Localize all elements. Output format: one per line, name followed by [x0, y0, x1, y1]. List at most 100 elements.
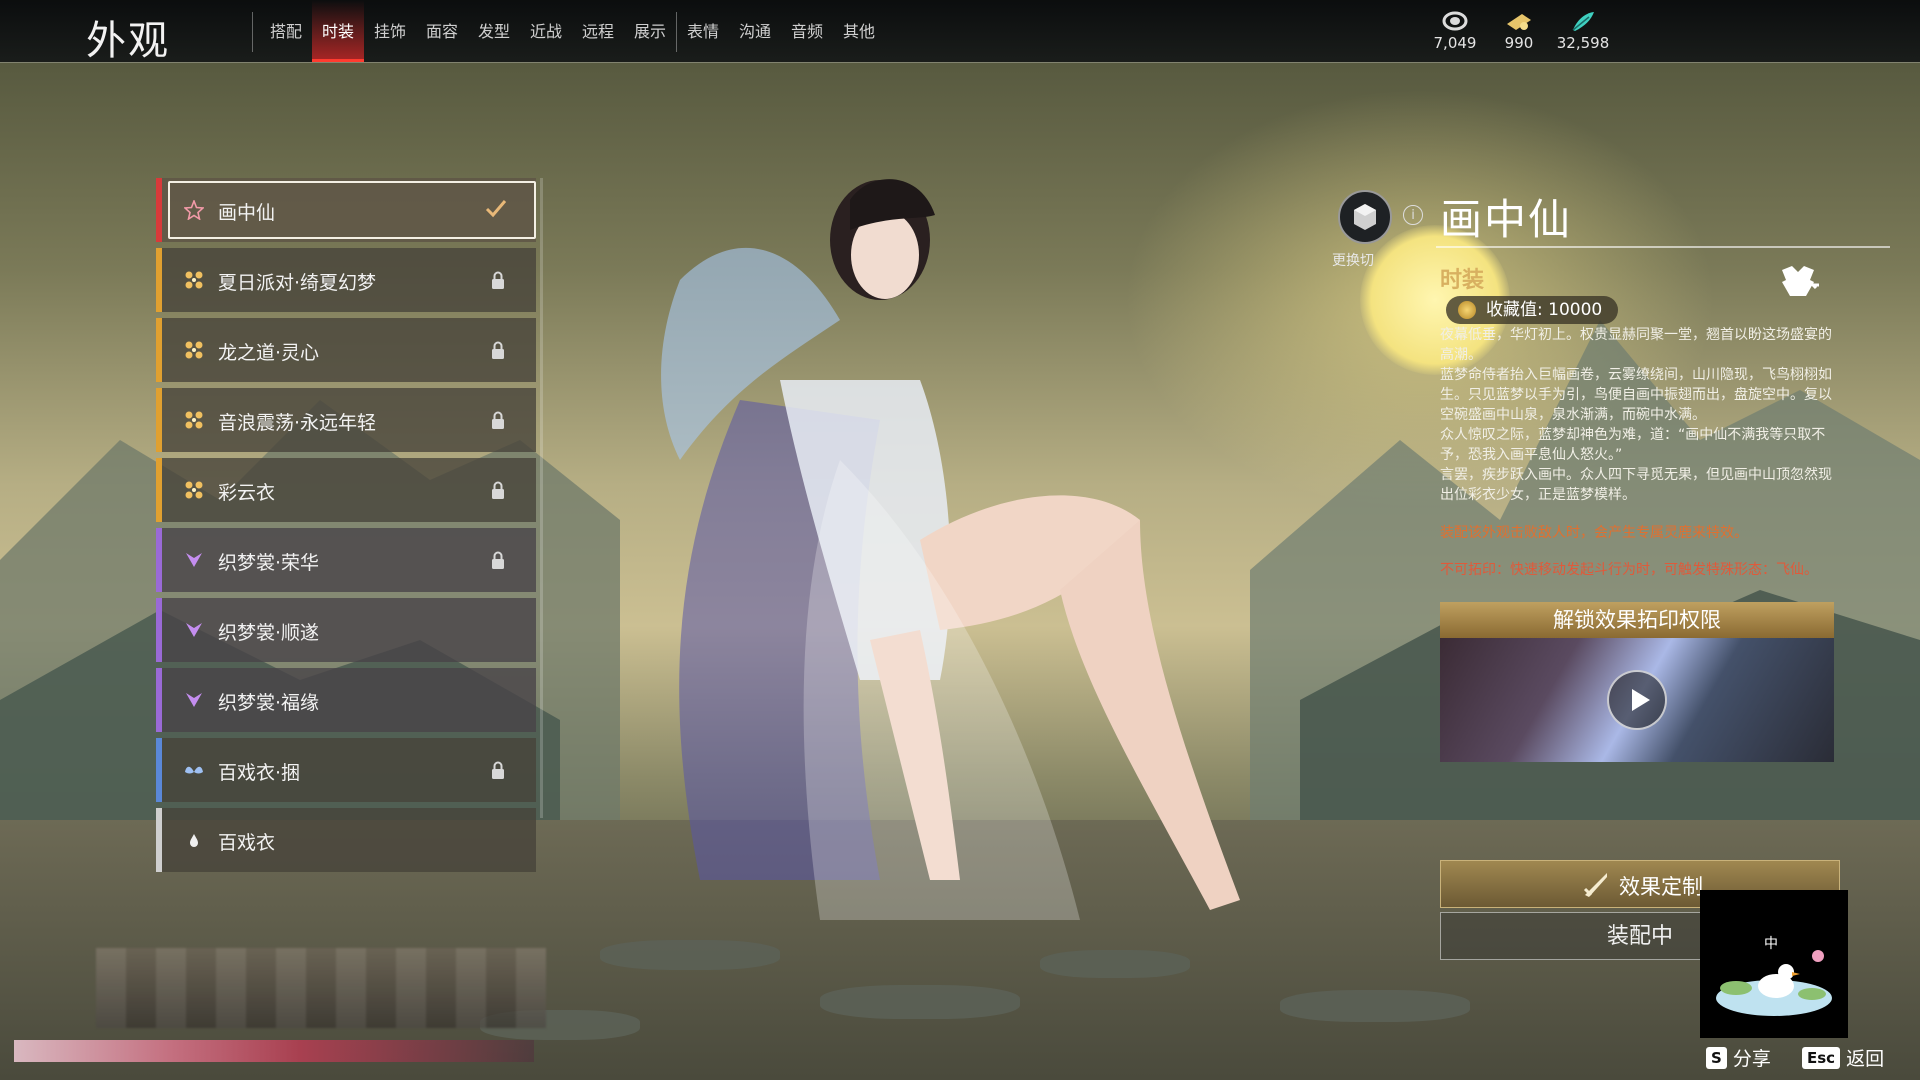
currency-amount: 7,049: [1433, 34, 1477, 52]
customize-effect-label: 效果定制: [1619, 875, 1703, 899]
outfit-item[interactable]: 织梦裳·福缘: [156, 668, 536, 732]
lock-icon: [492, 411, 504, 429]
item-description: 夜幕低垂，华灯初上。权贵显赫同聚一堂，翘首以盼这场盛宴的高潮。 蓝梦命侍者抬入巨…: [1440, 325, 1840, 505]
outfit-name: 夏日派对·绮夏幻梦: [218, 272, 377, 294]
back-label: 返回: [1846, 1048, 1885, 1070]
lock-icon: [492, 481, 504, 499]
list-scrollbar[interactable]: [540, 178, 543, 818]
tab-melee[interactable]: 近战: [520, 0, 572, 62]
outfit-name: 音浪震荡·永远年轻: [218, 412, 377, 434]
top-bar: 外观 搭配 时装 挂饰 面容 发型 近战 远程 展示 表情 沟通 音频 其他 7…: [0, 0, 1920, 64]
tab-other[interactable]: 其他: [833, 0, 885, 62]
rarity-flower-icon: [185, 481, 203, 499]
tab-communication[interactable]: 沟通: [729, 0, 781, 62]
ticket-icon: [1507, 14, 1531, 30]
currency-coins[interactable]: 7,049: [1420, 10, 1490, 52]
outfit-item[interactable]: 夏日派对·绮夏幻梦: [156, 248, 536, 312]
swap-model-button[interactable]: [1338, 190, 1392, 244]
minimap[interactable]: 中: [1700, 890, 1848, 1038]
outfit-item[interactable]: 音浪震荡·永远年轻: [156, 388, 536, 452]
duck-pond-icon: 中: [1716, 936, 1832, 1016]
rarity-flower-icon: [185, 411, 203, 429]
outfit-item[interactable]: 织梦裳·顺遂: [156, 598, 536, 662]
lock-icon: [492, 761, 504, 779]
currency-amount: 990: [1504, 34, 1534, 52]
outfit-name: 织梦裳·荣华: [218, 552, 320, 574]
tab-face[interactable]: 面容: [416, 0, 468, 62]
description-paragraph: 众人惊叹之际，蓝梦却神色为难，道：“画中仙不满我等只取不予，恐我入画平息仙人怒火…: [1440, 427, 1826, 463]
divider: [252, 12, 253, 52]
category-tabs: 搭配 时装 挂饰 面容 发型 近战 远程 展示 表情 沟通 音频 其他: [260, 0, 885, 62]
cube-icon: [1354, 204, 1376, 230]
collection-value-text: 收藏值: 10000: [1486, 300, 1603, 320]
coins-icon: [1442, 11, 1468, 31]
rarity-gem-icon: [186, 553, 202, 567]
outfit-item[interactable]: 百戏衣·捆: [156, 738, 536, 802]
info-icon[interactable]: i: [1403, 205, 1423, 225]
tab-hairstyle[interactable]: 发型: [468, 0, 520, 62]
rarity-flower-icon: [185, 341, 203, 359]
currency-amount: 32,598: [1556, 34, 1610, 52]
minimap-text: 中: [1764, 936, 1778, 952]
page-title: 外观: [86, 18, 170, 64]
lock-icon: [492, 551, 504, 569]
stepping-stone: [1280, 990, 1470, 1022]
currency-tickets[interactable]: 990: [1484, 10, 1554, 52]
effect-preview-video[interactable]: [1440, 638, 1834, 762]
sword-icon: [1583, 873, 1607, 897]
outfit-badge-icon: [1782, 266, 1819, 296]
share-button[interactable]: S 分享: [1706, 1044, 1771, 1071]
collection-value: 收藏值: 10000: [1446, 296, 1619, 324]
check-icon: [485, 200, 507, 218]
outfit-item[interactable]: 织梦裳·荣华: [156, 528, 536, 592]
currency-feathers[interactable]: 32,598: [1548, 10, 1618, 52]
outfit-item[interactable]: 彩云衣: [156, 458, 536, 522]
play-icon[interactable]: [1607, 670, 1667, 730]
rarity-gem-icon: [186, 693, 202, 707]
key-hint: Esc: [1802, 1047, 1841, 1069]
tab-outfit-set[interactable]: 搭配: [260, 0, 312, 62]
divider: [0, 62, 1920, 63]
outfit-list: 画中仙 夏日派对·绮夏幻梦 龙之道·灵心 音浪震荡·永远年轻 彩云衣 织梦裳·荣…: [156, 178, 536, 878]
tab-ranged[interactable]: 远程: [572, 0, 624, 62]
outfit-name: 织梦裳·福缘: [218, 692, 320, 714]
description-paragraph: 夜幕低垂，华灯初上。权贵显赫同聚一堂，翘首以盼这场盛宴的高潮。: [1440, 327, 1832, 363]
share-label: 分享: [1732, 1048, 1771, 1070]
feather-icon: [1572, 12, 1594, 31]
outfit-item[interactable]: 百戏衣: [156, 808, 536, 872]
tab-audio[interactable]: 音频: [781, 0, 833, 62]
censored-player-bar: [14, 1040, 534, 1062]
tab-display[interactable]: 展示: [624, 0, 676, 62]
special-note: 不可拓印：快速移动发起斗行为时，可触发特殊形态：飞仙。: [1440, 562, 1818, 578]
lock-icon: [492, 341, 504, 359]
outfit-name: 百戏衣: [218, 832, 276, 854]
tab-fashion[interactable]: 时装: [312, 0, 364, 62]
description-paragraph: 言罢，疾步跃入画中。众人四下寻觅无果，但见画中山顶忽然现出位彩衣少女，正是蓝梦模…: [1440, 467, 1832, 503]
key-hint: S: [1706, 1047, 1727, 1069]
tab-emote[interactable]: 表情: [677, 0, 729, 62]
rarity-flower-icon: [185, 271, 203, 289]
censored-player-info: [96, 948, 546, 1028]
description-paragraph: 蓝梦命侍者抬入巨幅画卷，云雾缭绕间，山川隐现，飞鸟栩栩如生。只见蓝梦以手为引，鸟…: [1440, 367, 1832, 423]
character-model[interactable]: [620, 160, 1260, 920]
outfit-name: 龙之道·灵心: [218, 342, 320, 364]
lock-icon: [492, 271, 504, 289]
outfit-name: 百戏衣·捆: [218, 762, 301, 784]
effect-note: 装配该外观击败敌人时，会产生专属灵鹿来特效。: [1440, 525, 1748, 541]
rarity-drop-icon: [190, 834, 198, 847]
rarity-wing-icon: [185, 766, 203, 774]
unlock-effect-title: 解锁效果拓印权限: [1440, 602, 1834, 638]
outfit-name: 织梦裳·顺遂: [218, 622, 320, 644]
outfit-item[interactable]: 龙之道·灵心: [156, 318, 536, 382]
item-category: 时装: [1440, 268, 1485, 293]
item-name: 画中仙: [1440, 195, 1573, 244]
outfit-name: 彩云衣: [218, 482, 276, 504]
star-icon: [184, 200, 204, 220]
back-button[interactable]: Esc 返回: [1802, 1044, 1884, 1071]
outfit-item[interactable]: 画中仙: [156, 178, 536, 242]
tab-accessory[interactable]: 挂饰: [364, 0, 416, 62]
outfit-name: 画中仙: [218, 202, 276, 224]
swap-model-label: 更换切: [1332, 253, 1374, 269]
stepping-stone: [600, 940, 780, 970]
stepping-stone: [820, 985, 1020, 1019]
